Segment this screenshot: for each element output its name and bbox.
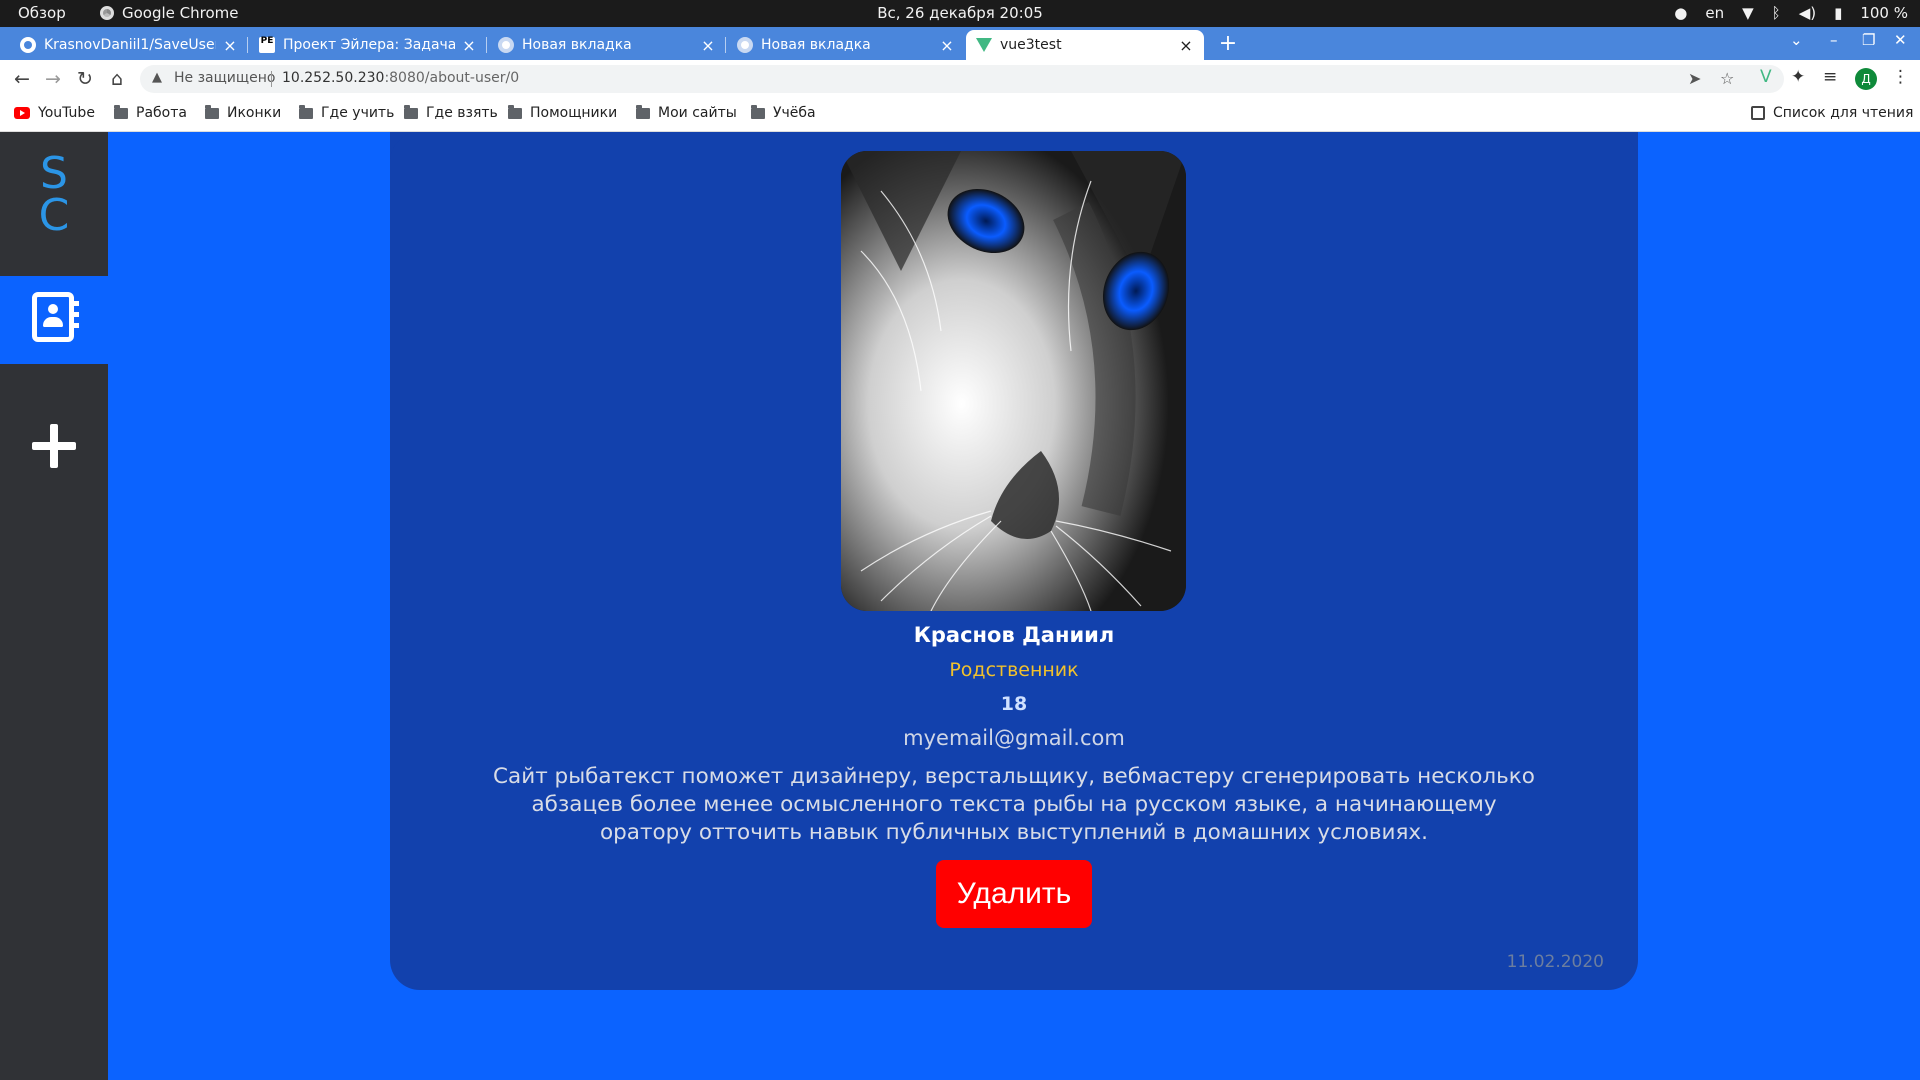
user-email: myemail@gmail.com <box>903 726 1125 750</box>
bookmark-folder-helpers[interactable]: Помощники <box>508 104 618 121</box>
tab-search-icon[interactable]: ⌄ <box>1790 31 1803 49</box>
bookmark-folder-where-get[interactable]: Где взять <box>404 104 498 121</box>
user-profile-card: Краснов Даниил Родственник 18 myemail@gm… <box>390 132 1638 990</box>
vue-devtools-icon[interactable]: V <box>1760 67 1772 87</box>
user-photo <box>841 151 1186 611</box>
url-path: :8080/about-user/0 <box>384 70 520 86</box>
user-name: Краснов Даниил <box>913 623 1115 647</box>
volume-icon: ◀) <box>1798 4 1817 22</box>
home-icon[interactable]: ⌂ <box>105 67 129 91</box>
user-relation: Родственник <box>949 659 1079 681</box>
bookmark-folder-study[interactable]: Учёба <box>751 104 816 121</box>
folder-icon <box>751 104 765 119</box>
tab-vue3test[interactable]: vue3test × <box>966 30 1204 60</box>
address-bar[interactable]: ▲ Не защищено 10.252.50.230:8080/about-u… <box>140 65 1784 93</box>
bookmark-label: Работа <box>136 105 187 121</box>
close-icon[interactable]: × <box>222 36 238 55</box>
bookmark-folder-icons[interactable]: Иконки <box>205 104 282 121</box>
clock[interactable]: Вс, 26 декабря 20:05 <box>0 4 1920 22</box>
security-label[interactable]: Не защищено <box>174 70 275 86</box>
bookmark-label: Помощники <box>530 105 618 121</box>
folder-icon <box>404 104 418 119</box>
bookmark-label: Где учить <box>321 105 395 121</box>
bookmarks-bar: YouTube Работа Иконки Где учить Где взят… <box>0 98 1920 132</box>
send-icon[interactable]: ➤ <box>1688 69 1701 88</box>
tab-title: Проект Эйлера: Задача 4 <box>283 37 455 53</box>
bookmark-folder-work[interactable]: Работа <box>114 104 187 121</box>
tab-title: Новая вкладка <box>761 37 871 53</box>
app-logo[interactable]: S C <box>0 132 108 276</box>
menu-icon[interactable]: ⋮ <box>1892 67 1909 87</box>
close-window-icon[interactable]: ✕ <box>1894 31 1907 49</box>
logo-letter-bottom: C <box>38 190 70 241</box>
battery-level: 100 % <box>1860 4 1908 22</box>
bookmark-folder-my-sites[interactable]: Мои сайты <box>636 104 737 121</box>
bookmark-label: Иконки <box>227 105 282 121</box>
tab-title: KrasnovDaniil1/SaveUser <box>44 37 216 53</box>
extensions-icon[interactable]: ✦ <box>1791 67 1805 87</box>
user-date: 11.02.2020 <box>1506 952 1604 972</box>
back-icon[interactable]: ← <box>10 67 34 91</box>
github-icon <box>20 37 36 53</box>
user-age: 18 <box>1000 693 1028 715</box>
reading-list-button[interactable]: Список для чтения <box>1751 105 1913 121</box>
reload-icon[interactable]: ↻ <box>73 67 97 91</box>
url-text[interactable]: 10.252.50.230:8080/about-user/0 <box>282 70 519 86</box>
media-icon[interactable]: ≡ <box>1823 67 1837 87</box>
bookmark-label: Мои сайты <box>658 105 737 121</box>
keyboard-layout[interactable]: en <box>1705 4 1724 22</box>
new-tab-button[interactable]: + <box>1216 30 1240 60</box>
bookmark-label: Учёба <box>773 105 816 121</box>
bookmark-label: YouTube <box>38 105 95 121</box>
close-icon[interactable]: × <box>700 36 716 55</box>
folder-icon <box>508 104 522 119</box>
cat-photo <box>841 151 1186 611</box>
close-icon[interactable]: × <box>939 36 955 55</box>
tab-project-euler[interactable]: PE Проект Эйлера: Задача 4 × <box>249 30 487 60</box>
add-user-icon[interactable] <box>32 424 76 468</box>
youtube-icon <box>14 107 30 119</box>
wifi-icon: ▼ <box>1742 4 1754 22</box>
bookmark-youtube[interactable]: YouTube <box>14 105 95 121</box>
sidebar-lower-panel <box>0 364 108 1080</box>
profile-avatar[interactable]: Д <box>1855 68 1877 90</box>
update-icon[interactable]: ● <box>1674 4 1687 22</box>
restore-icon[interactable]: ❐ <box>1862 31 1875 49</box>
project-euler-icon: PE <box>259 37 275 53</box>
bookmark-star-icon[interactable]: ☆ <box>1720 69 1734 88</box>
app-sidebar: S C <box>0 132 108 1080</box>
forward-icon[interactable]: → <box>41 67 65 91</box>
url-host: 10.252.50.230 <box>282 70 385 86</box>
tab-title: Новая вкладка <box>522 37 632 53</box>
contacts-book-icon[interactable] <box>32 292 79 342</box>
vue-icon <box>976 38 992 52</box>
folder-icon <box>205 104 219 119</box>
bookmark-folder-where-learn[interactable]: Где учить <box>299 104 395 121</box>
battery-icon: ▮ <box>1834 4 1843 22</box>
reading-list-icon <box>1751 106 1765 120</box>
tab-title: vue3test <box>1000 37 1062 53</box>
reading-list-label: Список для чтения <box>1773 105 1914 121</box>
bluetooth-icon: ᛒ <box>1771 4 1781 22</box>
warning-icon[interactable]: ▲ <box>152 70 162 85</box>
tab-strip: KrasnovDaniil1/SaveUser × PE Проект Эйле… <box>0 27 1920 60</box>
folder-icon <box>299 104 313 119</box>
folder-icon <box>114 104 128 119</box>
system-tray[interactable]: ● en ▼ ᛒ ◀) ▮ 100 % <box>1674 4 1908 22</box>
delete-button[interactable]: Удалить <box>936 860 1092 928</box>
folder-icon <box>636 104 650 119</box>
bookmark-label: Где взять <box>426 105 498 121</box>
tab-new-2[interactable]: Новая вкладка × <box>727 30 965 60</box>
tab-github[interactable]: KrasnovDaniil1/SaveUser × <box>10 30 248 60</box>
browser-toolbar: ← → ↻ ⌂ ▲ Не защищено 10.252.50.230:8080… <box>0 60 1920 98</box>
user-bio: Сайт рыбатекст поможет дизайнеру, верста… <box>493 764 1535 845</box>
tab-new-1[interactable]: Новая вкладка × <box>488 30 726 60</box>
chrome-icon <box>498 37 514 53</box>
close-icon[interactable]: × <box>461 36 477 55</box>
close-icon[interactable]: × <box>1178 36 1194 55</box>
minimize-icon[interactable]: – <box>1830 31 1838 49</box>
chrome-icon <box>737 37 753 53</box>
os-top-bar: Обзор Google Chrome Вс, 26 декабря 20:05… <box>0 0 1920 27</box>
